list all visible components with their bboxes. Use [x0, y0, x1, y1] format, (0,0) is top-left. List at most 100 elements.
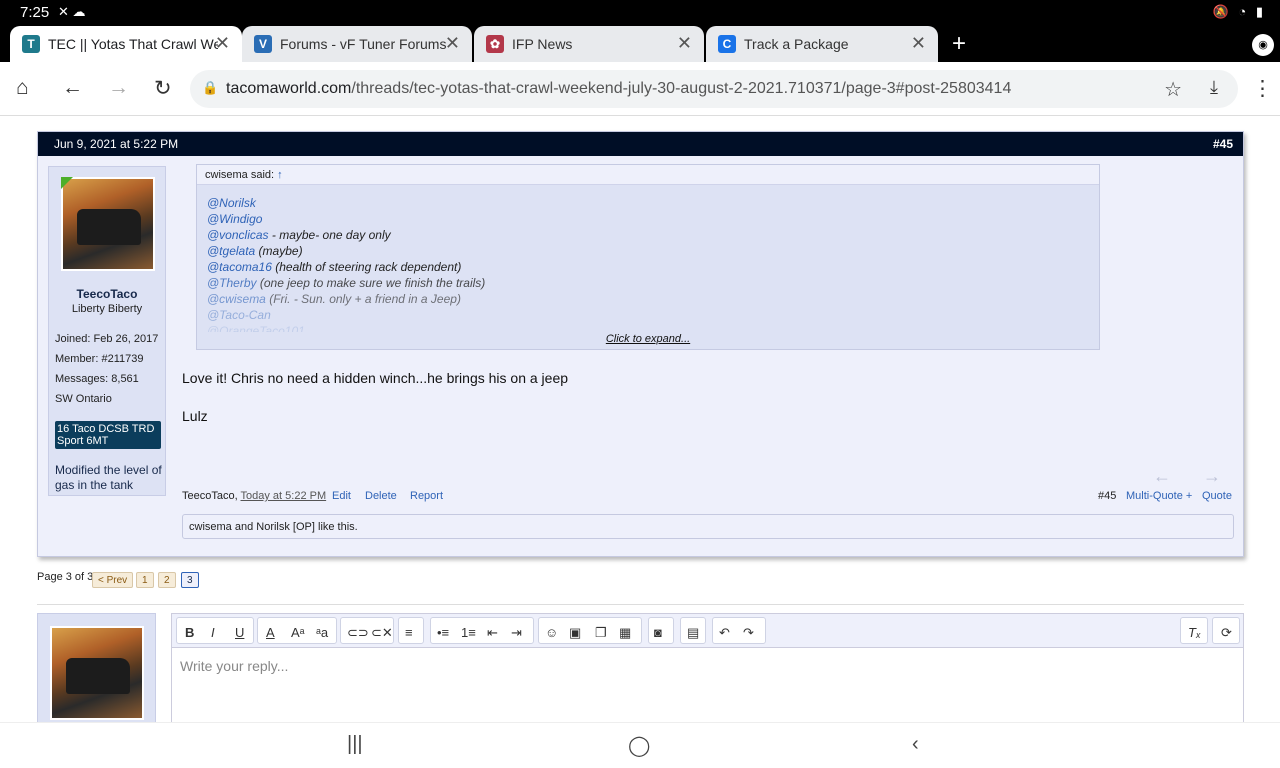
- tab-ifp-news[interactable]: ✿ IFP News ✕: [474, 26, 704, 62]
- click-to-expand-link[interactable]: Click to expand...: [197, 333, 1099, 345]
- home-icon[interactable]: ⌂: [16, 76, 29, 100]
- edit-link[interactable]: Edit: [332, 490, 351, 502]
- member-value: #211739: [101, 353, 144, 365]
- media-icon[interactable]: ❐: [595, 625, 607, 641]
- mention-link[interactable]: @Norilsk: [207, 196, 256, 210]
- remove-format-icon[interactable]: Tₓ: [1188, 625, 1201, 640]
- bullet-list-icon[interactable]: •≡: [437, 625, 449, 640]
- redo-icon[interactable]: ↷: [743, 625, 754, 641]
- page-3-button[interactable]: 3: [181, 572, 199, 588]
- close-tab-icon[interactable]: ✕: [445, 33, 460, 54]
- text-style-group: B I U: [176, 617, 254, 644]
- save-draft-icon[interactable]: ▤: [687, 625, 699, 641]
- close-tab-icon[interactable]: ✕: [677, 33, 692, 54]
- prev-post-arrow-icon[interactable]: ←: [1153, 466, 1203, 486]
- footer-post-number[interactable]: #45: [1098, 490, 1116, 502]
- prev-page-button[interactable]: < Prev: [92, 572, 134, 588]
- editor-toolbar: B I U A Aᵃ ᵃa ⊂⊃ ⊂✕ ≡ •≡ 1≡ ⇤ ⇥ ☺ ▣ ❐ ▦ …: [172, 614, 1243, 648]
- back-nav-icon[interactable]: ‹: [912, 733, 919, 756]
- page-1-button[interactable]: 1: [136, 572, 154, 588]
- online-indicator-icon: [61, 177, 73, 189]
- joined-value: Feb 26, 2017: [93, 333, 159, 345]
- undo-icon[interactable]: ↶: [719, 625, 730, 641]
- post-time-link[interactable]: Today at 5:22 PM: [241, 490, 327, 502]
- outdent-icon[interactable]: ⇤: [487, 625, 498, 641]
- code-icon[interactable]: ▦: [619, 625, 631, 641]
- likes-users[interactable]: cwisema and Norilsk [OP]: [189, 521, 315, 533]
- text-color-icon[interactable]: A: [266, 625, 275, 640]
- new-tab-icon[interactable]: +: [952, 30, 966, 58]
- jump-to-quote-icon[interactable]: ↑: [277, 169, 283, 181]
- page-2-button[interactable]: 2: [158, 572, 176, 588]
- address-bar[interactable]: 🔒 tacomaworld.com/threads/tec-yotas-that…: [190, 70, 1238, 108]
- delete-link[interactable]: Delete: [365, 490, 397, 502]
- link-icon[interactable]: ⊂⊃: [347, 625, 369, 641]
- tab-title: Track a Package: [744, 36, 849, 52]
- status-time: 7:25: [20, 4, 50, 21]
- quote-block: cwisema said: ↑ @Norilsk @Windigo @voncl…: [196, 164, 1100, 350]
- numbered-list-icon[interactable]: 1≡: [461, 625, 476, 640]
- report-link[interactable]: Report: [410, 490, 443, 502]
- page-content: Jun 9, 2021 at 5:22 PM #45 TeecoTaco Lib…: [0, 117, 1280, 722]
- close-tab-icon[interactable]: ✕: [215, 33, 230, 54]
- mention-link[interactable]: @vonclicas: [207, 228, 269, 242]
- mention-link[interactable]: @Therby: [207, 276, 257, 290]
- post-number-link[interactable]: #45: [1213, 137, 1233, 151]
- camera-icon[interactable]: ◙: [654, 625, 662, 640]
- avatar[interactable]: [50, 626, 144, 720]
- recents-icon[interactable]: |||: [347, 733, 363, 756]
- indent-icon[interactable]: ⇥: [511, 625, 522, 641]
- italic-icon[interactable]: I: [211, 625, 215, 640]
- reply-input[interactable]: Write your reply...: [180, 658, 288, 674]
- username-link[interactable]: TeecoTaco: [49, 287, 165, 301]
- close-tab-icon[interactable]: ✕: [911, 33, 926, 54]
- list-group: •≡ 1≡ ⇤ ⇥: [430, 617, 534, 644]
- mention-link[interactable]: @cwisema: [207, 292, 266, 306]
- url-path: /threads/tec-yotas-that-crawl-weekend-ju…: [351, 80, 1012, 97]
- quote-line: @tgelata (maybe): [207, 244, 303, 258]
- mention-link[interactable]: @Taco-Can: [207, 308, 271, 322]
- align-icon[interactable]: ≡: [405, 625, 413, 640]
- incognito-icon[interactable]: ◉: [1252, 34, 1274, 56]
- bold-icon[interactable]: B: [185, 625, 194, 640]
- home-nav-icon[interactable]: ◯: [628, 733, 650, 758]
- track-package-favicon-icon: C: [718, 35, 736, 53]
- footer-author[interactable]: TeecoTaco,: [182, 490, 238, 502]
- mention-link[interactable]: @tgelata: [207, 244, 255, 258]
- underline-icon[interactable]: U: [235, 625, 244, 640]
- messages-row: Messages: 8,561: [55, 373, 139, 385]
- notification-icons: ✕ ☁: [58, 4, 86, 19]
- tab-vf-tuner[interactable]: V Forums - vF Tuner Forums ✕: [242, 26, 472, 62]
- truck-badge: 16 Taco DCSB TRD Sport 6MT: [55, 421, 161, 449]
- avatar[interactable]: [61, 177, 155, 271]
- browser-toolbar: ⌂ ← → ↻ 🔒 tacomaworld.com/threads/tec-yo…: [0, 62, 1280, 116]
- forward-icon[interactable]: →: [108, 76, 129, 100]
- quote-button[interactable]: Quote: [1202, 490, 1232, 502]
- unlink-icon[interactable]: ⊂✕: [371, 625, 393, 641]
- mention-link[interactable]: @tacoma16: [207, 260, 272, 274]
- back-icon[interactable]: ←: [62, 76, 83, 100]
- clear-format-group: Tₓ: [1180, 617, 1208, 644]
- multi-quote-button[interactable]: Multi-Quote +: [1126, 490, 1192, 502]
- image-icon[interactable]: ▣: [569, 625, 581, 641]
- toggle-bbcode-icon[interactable]: ⟳: [1221, 625, 1232, 641]
- tab-tec-yotas[interactable]: T TEC || Yotas That Crawl Wee ✕: [10, 26, 242, 62]
- reload-icon[interactable]: ↻: [154, 76, 172, 101]
- bookmark-star-icon[interactable]: ☆: [1164, 77, 1182, 102]
- smilie-icon[interactable]: ☺: [545, 625, 558, 640]
- mention-link[interactable]: @Windigo: [207, 212, 262, 226]
- camera-group: ◙: [648, 617, 674, 644]
- next-post-arrow-icon[interactable]: →: [1203, 466, 1253, 486]
- page-info: Page 3 of 3: [37, 571, 94, 583]
- font-family-icon[interactable]: ᵃa: [316, 625, 328, 640]
- tab-track-package[interactable]: C Track a Package ✕: [706, 26, 938, 62]
- tacomaworld-favicon-icon: T: [22, 35, 40, 53]
- messages-label: Messages:: [55, 373, 109, 385]
- menu-icon[interactable]: ⋮: [1252, 76, 1273, 101]
- mention-link[interactable]: @OrangeTaco101: [207, 324, 305, 332]
- font-group: A Aᵃ ᵃa: [257, 617, 337, 644]
- download-icon[interactable]: ⤓: [1210, 77, 1218, 98]
- font-size-icon[interactable]: Aᵃ: [291, 625, 305, 640]
- quote-line: @tacoma16 (health of steering rack depen…: [207, 260, 462, 274]
- quote-line: @Taco-Can: [207, 308, 271, 322]
